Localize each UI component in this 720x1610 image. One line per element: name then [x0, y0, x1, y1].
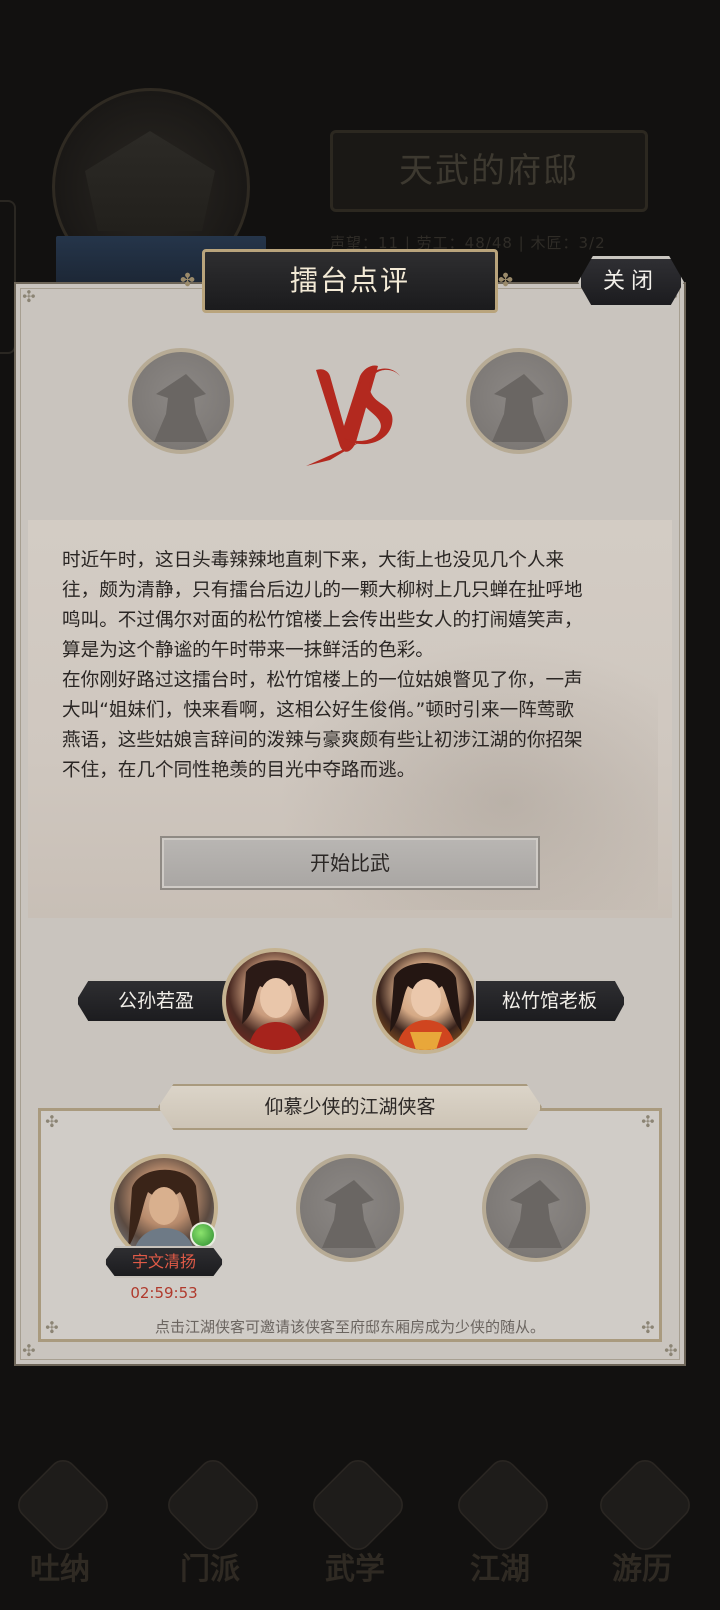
corner-ornament: ✣ — [641, 1112, 655, 1131]
online-badge-icon — [190, 1222, 216, 1248]
nav-label: 江湖 — [470, 1552, 530, 1587]
meditate-icon — [12, 1454, 114, 1556]
martial-arts-icon — [307, 1454, 409, 1556]
challenger-slot-right — [466, 348, 572, 454]
travel-icon — [594, 1454, 696, 1556]
silhouette-icon — [154, 374, 208, 442]
silhouette-icon — [492, 374, 546, 442]
sect-icon — [162, 1454, 264, 1556]
corner-ornament: ✣ — [45, 1112, 59, 1131]
vs-icon: VS — [306, 365, 400, 466]
story-text: 时近午时，这日头毒辣辣地直刺下来，大街上也没见几个人来 往，颇为清静，只有擂台后… — [62, 550, 583, 781]
jianghu-icon — [452, 1454, 554, 1556]
hero-name: 宇文清扬 — [104, 1246, 224, 1278]
challenger-slot-left — [128, 348, 234, 454]
bottom-nav: 吐纳 门派 武学 江湖 游历 — [0, 1440, 720, 1610]
fighter-right-portrait[interactable] — [372, 948, 478, 1054]
nav-label: 吐纳 — [30, 1552, 90, 1587]
start-duel-button[interactable]: 开始比武 — [160, 836, 540, 890]
title-ornament-right: ✤ — [498, 270, 514, 291]
residence-title: 天武的府邸 — [330, 130, 648, 212]
admirers-hint: 点击江湖侠客可邀请该侠客至府邸东厢房成为少侠的随从。 — [154, 1318, 545, 1336]
fighter-left-name: 公孙若盈 — [76, 979, 244, 1023]
close-button[interactable]: 关闭 — [578, 256, 684, 308]
admirer-slot-empty[interactable] — [296, 1154, 404, 1262]
nav-label: 门派 — [180, 1552, 240, 1587]
nav-item-sect[interactable]: 门派 — [160, 1454, 264, 1600]
fighter-right-name: 松竹馆老板 — [474, 979, 626, 1023]
nav-item-jianghu[interactable]: 江湖 — [450, 1454, 554, 1600]
corner-ornament: ✣ — [664, 1341, 678, 1360]
nav-label: 武学 — [325, 1552, 385, 1587]
corner-ornament: ✣ — [22, 1341, 36, 1360]
corner-ornament: ✣ — [22, 287, 36, 306]
nav-item-meditate[interactable]: 吐纳 — [10, 1454, 114, 1600]
modal-title: 擂台点评 — [202, 249, 498, 313]
admirer-slot-empty[interactable] — [482, 1154, 590, 1262]
hero-timer: 02:59:53 — [130, 1284, 198, 1302]
nav-label: 游历 — [612, 1552, 672, 1587]
silhouette-icon — [322, 1180, 376, 1248]
fighter-left-portrait[interactable] — [222, 948, 328, 1054]
nav-item-travel[interactable]: 游历 — [592, 1454, 696, 1600]
admirers-title: 仰慕少侠的江湖侠客 — [158, 1084, 542, 1130]
nav-item-martial-arts[interactable]: 武学 — [305, 1454, 409, 1600]
silhouette-icon — [508, 1180, 562, 1248]
